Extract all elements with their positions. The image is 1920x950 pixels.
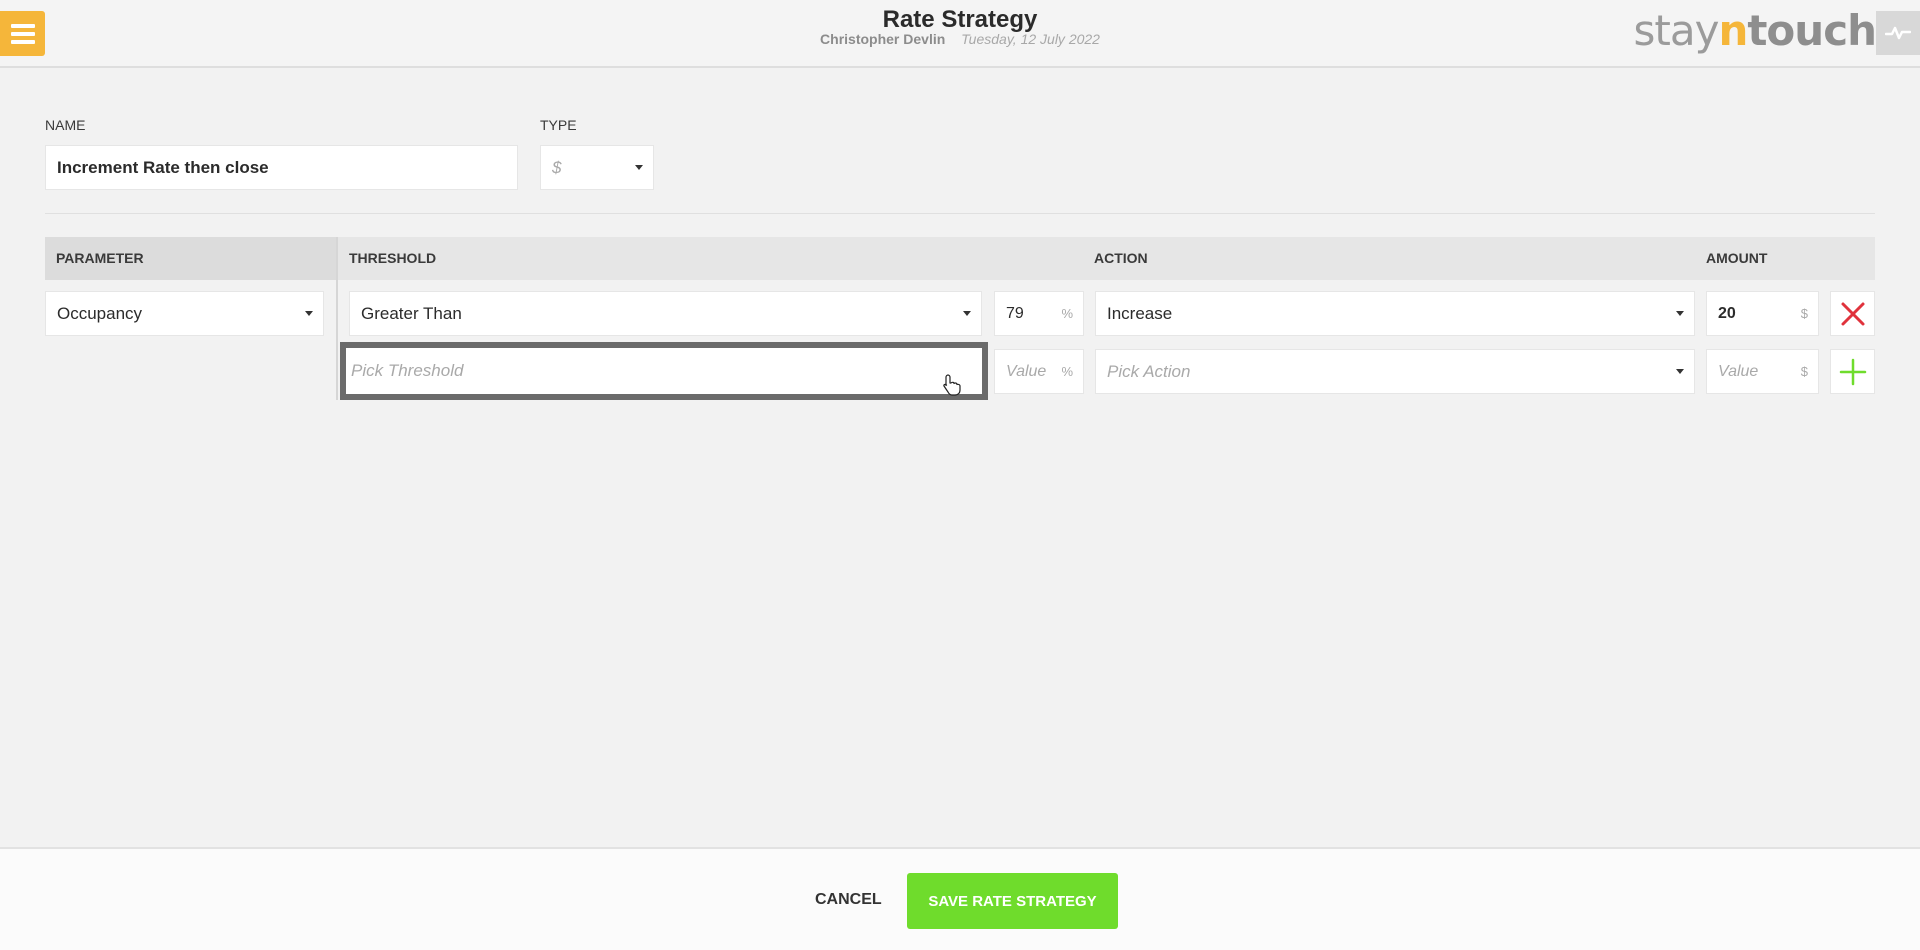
save-rate-strategy-button[interactable]: SAVE RATE STRATEGY	[907, 873, 1118, 929]
new-amount-placeholder: Value	[1718, 362, 1759, 380]
logo-touch: touch	[1747, 6, 1877, 55]
type-label: TYPE	[540, 117, 577, 133]
page-subtitle: Christopher Devlin Tuesday, 12 July 2022	[0, 31, 1920, 47]
activity-button[interactable]	[1876, 11, 1920, 55]
delete-row-button[interactable]	[1830, 291, 1875, 336]
pick-threshold-placeholder: Pick Threshold	[351, 361, 464, 380]
amount-value: 20	[1718, 304, 1736, 322]
caret-down-icon	[1676, 311, 1684, 316]
parameter-column-separator	[336, 237, 338, 400]
top-header: Rate Strategy Christopher Devlin Tuesday…	[0, 0, 1920, 68]
percent-unit: %	[1061, 306, 1073, 321]
cancel-button[interactable]: CANCEL	[815, 891, 882, 909]
name-input[interactable]	[45, 145, 518, 190]
threshold-value: 79	[1006, 304, 1024, 322]
parameter-column-header: PARAMETER	[56, 250, 144, 266]
threshold-select-value: Greater Than	[361, 303, 462, 323]
dollar-unit: $	[1800, 306, 1808, 321]
parameter-select[interactable]: Occupancy	[45, 291, 324, 336]
new-amount-input[interactable]: Value $	[1706, 349, 1819, 394]
threshold-select-focused[interactable]: Pick Threshold	[340, 342, 988, 400]
type-select-value: $	[552, 157, 562, 177]
name-label: NAME	[45, 117, 86, 133]
action-column-header: ACTION	[1094, 250, 1148, 266]
stayntouch-logo: stayntouch	[1634, 6, 1877, 55]
activity-icon	[1885, 26, 1911, 40]
add-row-button[interactable]	[1830, 349, 1875, 394]
action-footer: CANCEL SAVE RATE STRATEGY	[0, 847, 1920, 950]
threshold-value-input[interactable]: 79 %	[994, 291, 1084, 336]
caret-down-icon	[963, 311, 971, 316]
logo-n: n	[1718, 6, 1748, 55]
amount-column-header: AMOUNT	[1706, 250, 1768, 266]
caret-down-icon	[1676, 369, 1684, 374]
new-threshold-value-input[interactable]: Value %	[994, 349, 1084, 394]
close-icon	[1841, 302, 1864, 325]
new-action-select[interactable]: Pick Action	[1095, 349, 1695, 394]
pick-action-placeholder: Pick Action	[1107, 361, 1191, 381]
parameter-select-value: Occupancy	[57, 303, 143, 323]
pointer-cursor-icon	[943, 374, 961, 396]
action-select-value: Increase	[1107, 303, 1173, 323]
strategy-table-header: PARAMETER THRESHOLD ACTION AMOUNT	[45, 237, 1875, 280]
caret-down-icon	[305, 311, 313, 316]
type-select[interactable]: $	[540, 145, 654, 190]
dollar-unit: $	[1800, 364, 1808, 379]
percent-unit: %	[1061, 364, 1073, 379]
user-name: Christopher Devlin	[820, 31, 946, 47]
new-threshold-value-placeholder: Value	[1006, 362, 1047, 380]
section-divider	[45, 213, 1875, 214]
page-title: Rate Strategy	[882, 6, 1038, 33]
plus-icon	[1839, 358, 1866, 385]
caret-down-icon	[635, 165, 643, 170]
amount-input[interactable]: 20 $	[1706, 291, 1819, 336]
threshold-select[interactable]: Greater Than	[349, 291, 982, 336]
logo-stay: stay	[1633, 6, 1720, 55]
action-select[interactable]: Increase	[1095, 291, 1695, 336]
business-date: Tuesday, 12 July 2022	[961, 31, 1100, 47]
threshold-column-header: THRESHOLD	[349, 250, 437, 266]
